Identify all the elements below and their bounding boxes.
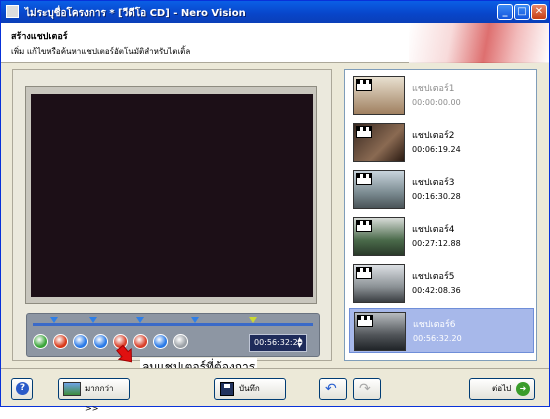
redo-button[interactable]: ↷	[353, 378, 381, 400]
chapter-item[interactable]: แชปเตอร์4 00:27:12.88	[349, 214, 534, 259]
chapter-name: แชปเตอร์1	[412, 84, 455, 94]
spin-down-icon[interactable]: ▼	[295, 343, 304, 349]
settings-button[interactable]	[173, 334, 188, 349]
page-subtitle: เพิ่ม แก้ไขหรือค้นหาแชปเตอร์อัตโนมัติสำห…	[11, 47, 191, 56]
more-label: มากกว่า >>	[85, 384, 114, 413]
header-decoration	[409, 23, 549, 63]
clapperboard-icon	[356, 173, 372, 185]
chapter-marker[interactable]	[136, 317, 144, 323]
chapter-name: แชปเตอร์2	[412, 131, 455, 141]
floppy-disk-icon	[220, 382, 234, 396]
chapter-time: 00:42:08.36	[412, 286, 461, 295]
chapter-name: แชปเตอร์4	[412, 225, 455, 235]
chapter-thumbnail	[353, 217, 405, 256]
chapter-thumbnail	[354, 312, 406, 351]
add-chapter-button[interactable]	[73, 334, 88, 349]
save-label: บันทึก	[239, 384, 260, 393]
clapperboard-icon	[356, 267, 372, 279]
chapter-time: 00:06:19.24	[412, 145, 461, 154]
player-controls: 00:56:32:20 ▲ ▼	[26, 313, 320, 357]
move-chapter-button[interactable]	[153, 334, 168, 349]
page-title: สร้างแชปเตอร์	[11, 32, 68, 42]
chapter-item[interactable]: แชปเตอร์5 00:42:08.36	[349, 261, 534, 306]
chapter-item[interactable]: แชปเตอร์2 00:06:19.24	[349, 120, 534, 165]
next-arrow-icon: ➜	[516, 382, 530, 396]
video-frame	[25, 86, 317, 304]
preview-panel: 00:56:32:20 ▲ ▼	[12, 69, 332, 361]
save-button[interactable]: บันทึก	[214, 378, 286, 400]
chapter-thumbnail	[353, 264, 405, 303]
clapperboard-icon	[356, 79, 372, 91]
current-position-marker[interactable]	[249, 317, 257, 323]
chapter-name: แชปเตอร์3	[412, 178, 455, 188]
page-header: สร้างแชปเตอร์ เพิ่ม แก้ไขหรือค้นหาแชปเตอ…	[1, 23, 549, 63]
timeline-slider[interactable]	[33, 323, 313, 326]
chapter-time: 00:27:12.88	[412, 239, 461, 248]
chapter-marker[interactable]	[50, 317, 58, 323]
time-spinner[interactable]: ▲ ▼	[295, 337, 304, 349]
clapperboard-icon	[356, 220, 372, 232]
chapter-list[interactable]: แชปเตอร์1 00:00:00.00 แชปเตอร์2 00:06:19…	[344, 69, 537, 361]
help-button[interactable]: ?	[11, 378, 33, 400]
undo-button[interactable]: ↶	[319, 378, 347, 400]
chapter-thumbnail	[353, 123, 405, 162]
app-icon	[6, 5, 19, 18]
clapperboard-icon	[357, 315, 373, 327]
chapter-thumbnail	[353, 170, 405, 209]
stop-button[interactable]	[53, 334, 68, 349]
chapter-name: แชปเตอร์5	[412, 272, 455, 282]
maximize-button[interactable]: □	[514, 4, 530, 20]
chapter-time: 00:16:30.28	[412, 192, 461, 201]
next-button[interactable]: ต่อไป ➜	[469, 378, 535, 400]
next-label: ต่อไป	[492, 384, 512, 393]
chapter-time: 00:00:00.00	[412, 98, 461, 107]
more-button[interactable]: มากกว่า >>	[58, 378, 130, 413]
time-field[interactable]: 00:56:32:20 ▲ ▼	[249, 334, 307, 352]
redo-icon: ↷	[359, 381, 371, 397]
help-icon: ?	[16, 382, 29, 395]
detect-chapters-button[interactable]	[93, 334, 108, 349]
chapter-marker[interactable]	[89, 317, 97, 323]
video-preview	[31, 94, 313, 297]
image-icon	[63, 382, 81, 396]
undo-icon: ↶	[325, 381, 337, 397]
title-bar[interactable]: ไม่ระบุชื่อโครงการ * [วีดีโอ CD] - Nero …	[1, 1, 549, 23]
close-button[interactable]: ✕	[531, 4, 547, 20]
chapter-marker[interactable]	[191, 317, 199, 323]
minimize-button[interactable]: _	[497, 4, 513, 20]
bottom-toolbar: ? มากกว่า >> บันทึก ↶ ↷ ต่อไป ➜	[1, 368, 549, 413]
clapperboard-icon	[356, 126, 372, 138]
chapter-item-selected[interactable]: แชปเตอร์6 00:56:32.20	[349, 308, 534, 353]
chapter-item[interactable]: แชปเตอร์3 00:16:30.28	[349, 167, 534, 212]
nero-vision-window: ไม่ระบุชื่อโครงการ * [วีดีโอ CD] - Nero …	[0, 0, 550, 413]
play-button[interactable]	[33, 334, 48, 349]
chapter-time: 00:56:32.20	[413, 334, 462, 343]
chapter-name: แชปเตอร์6	[413, 320, 456, 330]
chapter-item[interactable]: แชปเตอร์1 00:00:00.00	[349, 73, 534, 118]
annotation-arrow-icon	[116, 344, 133, 363]
chapter-thumbnail	[353, 76, 405, 115]
window-title: ไม่ระบุชื่อโครงการ * [วีดีโอ CD] - Nero …	[25, 8, 246, 19]
